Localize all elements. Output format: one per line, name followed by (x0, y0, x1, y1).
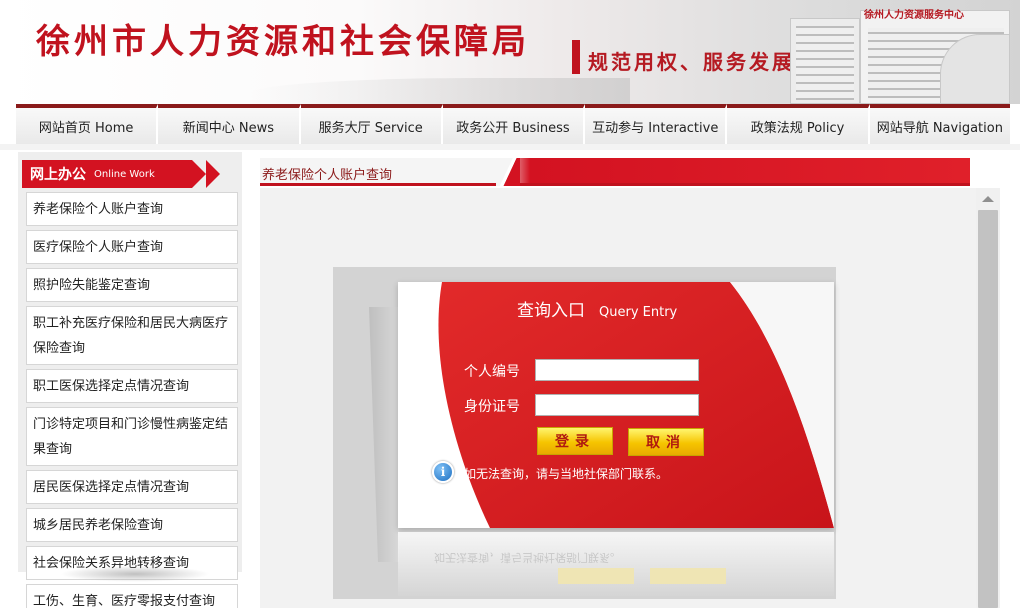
nav-item-business[interactable]: 政务公开 Business (442, 104, 586, 144)
header-banner: 徐州市人力资源和社会保障局 规范用权、服务发展 徐州人力资源服务中心 (0, 0, 1020, 104)
content-title-bar: 养老保险个人账户查询 (260, 158, 970, 186)
building-label: 徐州人力资源服务中心 (864, 10, 964, 21)
personal-id-input[interactable] (535, 359, 699, 381)
sidebar-title: 网上办公 (30, 167, 86, 183)
slogan: 规范用权、服务发展 (588, 50, 795, 74)
nav-item-news[interactable]: 新闻中心 News (158, 104, 301, 144)
sidebar-subtitle: Online Work (94, 168, 155, 180)
sidebar-item-outpatient-result[interactable]: 门诊特定项目和门诊慢性病鉴定结果查询 (26, 407, 238, 466)
sidebar: 网上办公 Online Work 养老保险个人账户查询 医疗保险个人账户查询 照… (18, 152, 242, 608)
id-card-label: 身份证号 (464, 399, 520, 415)
query-entry-title-en: Query Entry (599, 305, 678, 320)
sidebar-header: 网上办公 Online Work (22, 160, 206, 188)
site-title: 徐州市人力资源和社会保障局 (36, 22, 530, 62)
scrollbar-thumb[interactable] (978, 210, 998, 608)
title-bar-divider (496, 158, 520, 186)
info-icon: i (432, 461, 454, 483)
nav-item-home[interactable]: 网站首页 Home (16, 104, 159, 144)
cancel-button[interactable]: 取消 (628, 428, 704, 456)
sidebar-header-arrow-icon (206, 160, 220, 188)
sidebar-item-zero-payment[interactable]: 工伤、生育、医疗零报支付查询 (26, 584, 238, 608)
page-title: 养老保险个人账户查询 (262, 168, 393, 183)
reflection-cancel-button (650, 568, 726, 584)
nav-item-policy[interactable]: 政策法规 Policy (727, 104, 870, 144)
reflection-login-button (558, 568, 634, 584)
id-card-input[interactable] (535, 394, 699, 416)
sidebar-item-resident-designated[interactable]: 居民医保选择定点情况查询 (26, 470, 238, 504)
sidebar-item-pension-account[interactable]: 养老保险个人账户查询 (26, 192, 238, 226)
sidebar-item-supplementary-medical[interactable]: 职工补充医疗保险和居民大病医疗保险查询 (26, 306, 238, 365)
page: 徐州市人力资源和社会保障局 规范用权、服务发展 徐州人力资源服务中心 网站首页 … (0, 0, 1020, 608)
reflection-text: 如无法查询，请与当地社保部门联系。 (434, 551, 621, 564)
scrollbar[interactable] (976, 188, 1000, 608)
banner-swoosh (250, 78, 630, 104)
sidebar-menu: 养老保险个人账户查询 医疗保险个人账户查询 照护险失能鉴定查询 职工补充医疗保险… (26, 192, 238, 608)
sidebar-shadow (60, 566, 210, 582)
slogan-accent-bar (572, 40, 580, 74)
login-button[interactable]: 登录 (537, 427, 613, 455)
query-widget-reflection: 如无法查询，请与当地社保部门联系。 (398, 532, 834, 596)
sidebar-item-medical-account[interactable]: 医疗保险个人账户查询 (26, 230, 238, 264)
nav-item-navigation[interactable]: 网站导航 Navigation (869, 104, 1010, 144)
sidebar-item-employee-designated[interactable]: 职工医保选择定点情况查询 (26, 369, 238, 403)
personal-id-label: 个人编号 (464, 364, 520, 380)
nav-divider (0, 144, 1020, 150)
sidebar-item-care-disability[interactable]: 照护险失能鉴定查询 (26, 268, 238, 302)
main-nav: 网站首页 Home 新闻中心 News 服务大厅 Service 政务公开 Bu… (16, 104, 1010, 144)
info-message: 如无法查询，请与当地社保部门联系。 (464, 467, 669, 481)
sidebar-item-rural-pension[interactable]: 城乡居民养老保险查询 (26, 508, 238, 542)
query-entry-title-zh: 查询入口 (517, 301, 585, 321)
nav-item-interactive[interactable]: 互动参与 Interactive (585, 104, 728, 144)
chevron-up-icon[interactable] (982, 196, 994, 202)
nav-item-service[interactable]: 服务大厅 Service (300, 104, 443, 144)
query-entry-title: 查询入口 Query Entry (517, 296, 677, 321)
